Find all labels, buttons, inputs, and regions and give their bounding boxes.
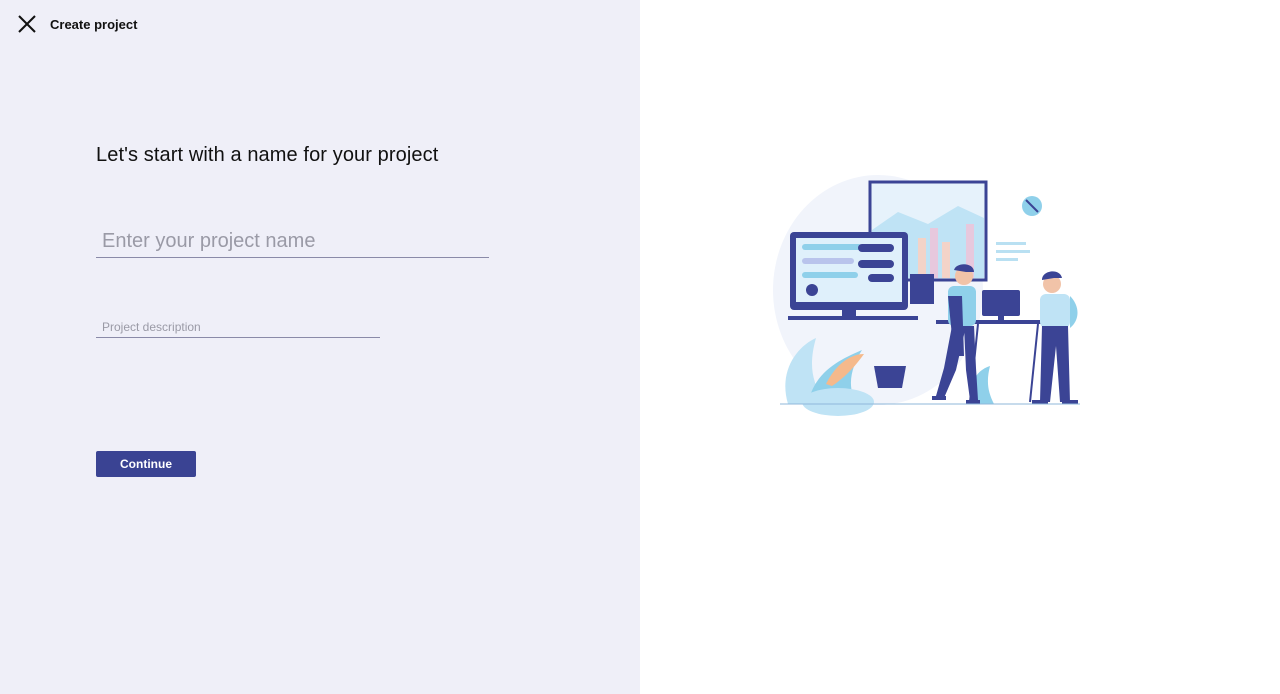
- form-heading: Let's start with a name for your project: [96, 144, 439, 166]
- close-button[interactable]: [16, 13, 38, 35]
- continue-button[interactable]: Continue: [96, 451, 196, 477]
- project-description-input[interactable]: [96, 316, 380, 338]
- team-workspace-illustration: [768, 120, 1088, 460]
- project-name-input[interactable]: [96, 226, 489, 258]
- header: Create project: [16, 12, 137, 36]
- close-icon: [18, 15, 36, 33]
- right-panel: [640, 0, 1280, 694]
- left-panel: Create project Let's start with a name f…: [0, 0, 640, 694]
- page-title: Create project: [50, 16, 138, 32]
